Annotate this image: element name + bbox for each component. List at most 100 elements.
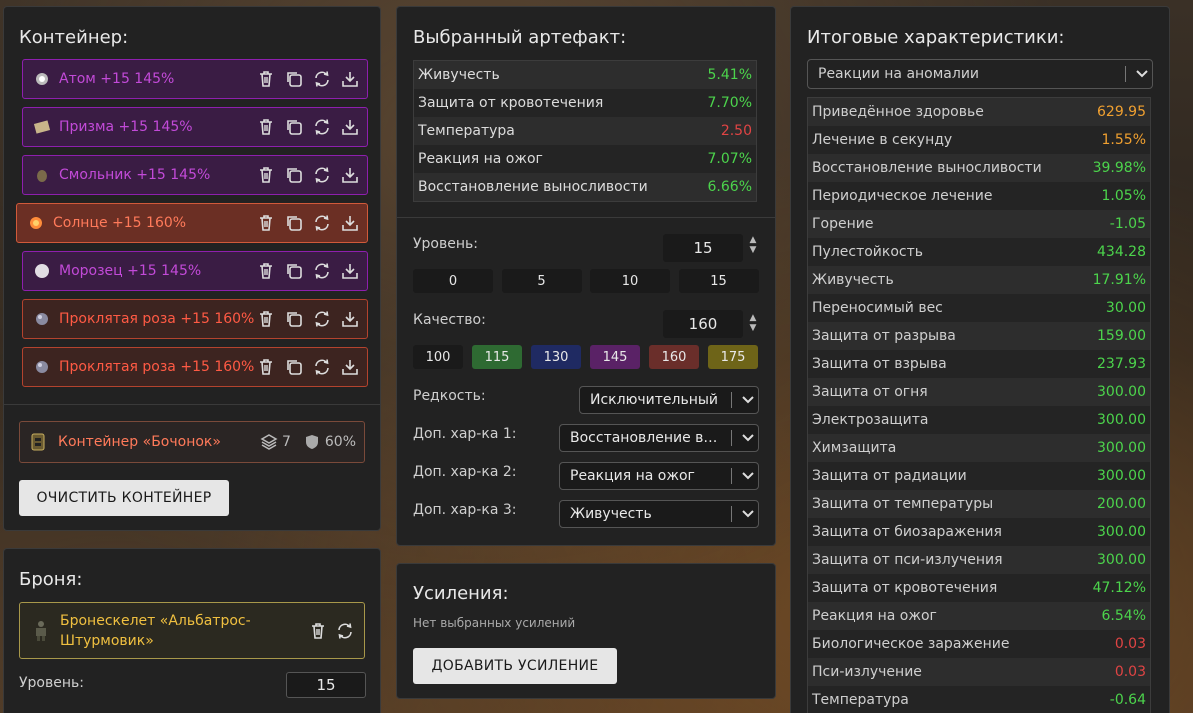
refresh-icon[interactable] — [313, 118, 331, 136]
totals-value: 1.55% — [1101, 132, 1146, 148]
level-preset-button[interactable]: 5 — [501, 269, 582, 293]
chevron-down-icon[interactable]: ▼ — [750, 323, 757, 333]
delete-icon[interactable] — [257, 166, 275, 184]
container-item-label: Проклятая роза +15 160% — [59, 359, 255, 375]
level-spinner[interactable]: ▲ ▼ — [747, 235, 759, 255]
copy-icon[interactable] — [285, 70, 303, 88]
totals-row: Пулестойкость 434.28 — [808, 238, 1150, 266]
chevron-up-icon[interactable]: ▲ — [750, 235, 757, 245]
shield-icon — [305, 434, 319, 450]
quality-preset-button[interactable]: 175 — [708, 345, 758, 369]
quality-spinner[interactable]: ▲ ▼ — [747, 313, 759, 333]
container-icon — [30, 432, 46, 452]
extra1-label: Доп. хар-ка 1: — [413, 426, 517, 442]
download-icon[interactable] — [341, 70, 359, 88]
quality-preset-button[interactable]: 160 — [649, 345, 699, 369]
copy-icon[interactable] — [285, 310, 303, 328]
quality-preset-button[interactable]: 145 — [590, 345, 640, 369]
rarity-label: Редкость: — [413, 388, 486, 404]
totals-value: 300.00 — [1097, 552, 1146, 568]
armor-card[interactable]: Бронескелет «Альбатрос-Штурмовик» — [19, 602, 365, 659]
totals-value: 6.54% — [1101, 608, 1146, 624]
quality-preset-button[interactable]: 100 — [413, 345, 463, 369]
totals-value: 30.00 — [1105, 300, 1146, 316]
copy-icon[interactable] — [285, 358, 303, 376]
item-actions — [257, 166, 359, 184]
refresh-icon[interactable] — [313, 358, 331, 376]
totals-name: Защита от разрыва — [812, 328, 956, 344]
artifact-panel: Выбранный артефакт: Живучесть 5.41% Защита… — [396, 6, 776, 546]
artifact-level-input[interactable]: 15 — [663, 234, 743, 262]
download-icon[interactable] — [341, 214, 359, 232]
download-icon[interactable] — [341, 262, 359, 280]
prism-icon — [33, 118, 51, 136]
download-icon[interactable] — [341, 118, 359, 136]
totals-value: 434.28 — [1097, 244, 1146, 260]
delete-icon[interactable] — [257, 118, 275, 136]
delete-icon[interactable] — [257, 214, 275, 232]
copy-icon[interactable] — [285, 262, 303, 280]
totals-row: Защита от биозаражения 300.00 — [808, 518, 1150, 546]
container-item-label: Солнце +15 160% — [53, 215, 187, 231]
delete-icon[interactable] — [257, 358, 275, 376]
download-icon[interactable] — [341, 310, 359, 328]
totals-value: 17.91% — [1092, 272, 1146, 288]
quality-preset-button[interactable]: 130 — [531, 345, 581, 369]
refresh-icon[interactable] — [313, 310, 331, 328]
extra2-select[interactable]: Реакция на ожог — [559, 462, 759, 490]
container-item[interactable]: Смольник +15 145% — [22, 155, 368, 195]
delete-icon[interactable] — [257, 310, 275, 328]
totals-row: Химзащита 300.00 — [808, 434, 1150, 462]
container-item[interactable]: Проклятая роза +15 160% — [22, 347, 368, 387]
delete-icon[interactable] — [257, 70, 275, 88]
divider — [397, 217, 775, 218]
container-item[interactable]: Атом +15 145% — [22, 59, 368, 99]
extra1-select[interactable]: Восстановление выносливости — [559, 424, 759, 452]
stat-name: Реакция на ожог — [418, 151, 543, 167]
container-item[interactable]: Призма +15 145% — [22, 107, 368, 147]
refresh-armor-icon[interactable] — [336, 622, 354, 640]
armor-level-input[interactable]: 15 — [286, 672, 366, 698]
add-boost-button[interactable]: ДОБАВИТЬ УСИЛЕНИЕ — [413, 648, 617, 684]
boost-panel-title: Усиления: — [413, 583, 509, 604]
boost-empty-text: Нет выбранных усилений — [413, 616, 576, 630]
totals-value: 300.00 — [1097, 384, 1146, 400]
totals-row: Защита от огня 300.00 — [808, 378, 1150, 406]
level-preset-button[interactable]: 10 — [590, 269, 670, 293]
cursed-rose-icon — [33, 358, 51, 376]
totals-filter-select[interactable]: Реакции на аномалии — [807, 59, 1153, 89]
container-item[interactable]: Проклятая роза +15 160% — [22, 299, 368, 339]
container-item-label: Атом +15 145% — [59, 71, 175, 87]
copy-icon[interactable] — [285, 118, 303, 136]
totals-value: 237.93 — [1097, 356, 1146, 372]
chevron-down-icon — [738, 472, 758, 480]
refresh-icon[interactable] — [313, 262, 331, 280]
refresh-icon[interactable] — [313, 166, 331, 184]
chevron-up-icon[interactable]: ▲ — [750, 313, 757, 323]
quality-input[interactable]: 160 — [663, 310, 743, 338]
refresh-icon[interactable] — [313, 214, 331, 232]
rarity-select[interactable]: Исключительный — [579, 386, 759, 414]
level-preset-button[interactable]: 15 — [678, 269, 759, 293]
delete-armor-icon[interactable] — [310, 622, 326, 640]
chevron-down-icon — [738, 396, 758, 404]
quality-preset-button[interactable]: 115 — [472, 345, 522, 369]
download-icon[interactable] — [341, 358, 359, 376]
level-preset-button[interactable]: 0 — [413, 269, 493, 293]
container-card[interactable]: Контейнер «Бочонок» 7 60% — [19, 421, 365, 463]
refresh-icon[interactable] — [313, 70, 331, 88]
stat-name: Защита от кровотечения — [418, 95, 604, 111]
clear-container-button[interactable]: ОЧИСТИТЬ КОНТЕЙНЕР — [19, 480, 229, 516]
extra3-select[interactable]: Живучесть — [559, 500, 759, 528]
download-icon[interactable] — [341, 166, 359, 184]
totals-value: 300.00 — [1097, 524, 1146, 540]
totals-value: 200.00 — [1097, 496, 1146, 512]
container-item[interactable]: Морозец +15 145% — [22, 251, 368, 291]
select-separator — [731, 430, 732, 446]
copy-icon[interactable] — [285, 166, 303, 184]
chevron-down-icon[interactable]: ▼ — [750, 245, 757, 255]
container-item[interactable]: Солнце +15 160% — [16, 203, 368, 243]
copy-icon[interactable] — [285, 214, 303, 232]
delete-icon[interactable] — [257, 262, 275, 280]
totals-row: Живучесть 17.91% — [808, 266, 1150, 294]
